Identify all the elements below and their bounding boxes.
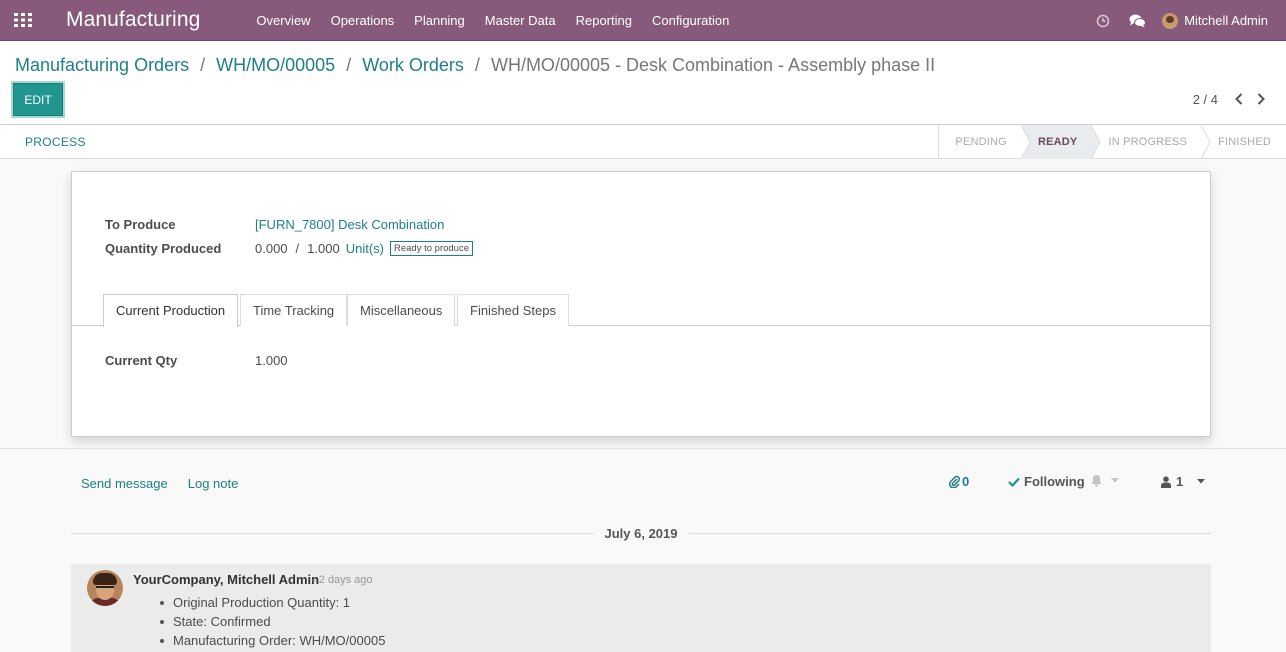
notebook-tabs: Current Production Time Tracking Miscell…	[72, 294, 1210, 327]
caret-down-icon	[1197, 479, 1206, 484]
to-produce-label: To Produce	[105, 217, 176, 232]
user-icon	[1161, 475, 1171, 488]
tracking-values-list: Original Production Quantity: 1 State: C…	[159, 593, 386, 650]
check-icon	[1008, 477, 1020, 487]
breadcrumb-separator: /	[474, 55, 480, 75]
process-button[interactable]: PROCESS	[25, 125, 86, 159]
current-qty-value: 1.000	[255, 353, 288, 368]
follow-button[interactable]: Following	[1008, 474, 1085, 489]
apps-menu-icon[interactable]	[0, 0, 46, 41]
stage-label: READY	[1037, 136, 1078, 148]
status-badge: Ready to produce	[390, 241, 473, 256]
qty-total-value: 1.000	[307, 241, 340, 256]
tab-current-production[interactable]: Current Production	[103, 294, 239, 327]
stage-finished[interactable]: FINISHED	[1202, 125, 1286, 159]
breadcrumb-separator: /	[200, 55, 206, 75]
stage-label: FINISHED	[1218, 136, 1271, 148]
to-produce-product-link[interactable]: [FURN_7800] Desk Combination	[255, 217, 444, 232]
bell-icon	[1091, 475, 1102, 487]
tracking-value-item: Manufacturing Order: WH/MO/00005	[159, 633, 386, 648]
tab-finished-steps[interactable]: Finished Steps	[457, 294, 569, 326]
menu-overview[interactable]: Overview	[246, 0, 320, 41]
followers-count: 1	[1176, 474, 1184, 489]
message-timestamp: - 2 days ago	[312, 574, 373, 586]
breadcrumb-current: WH/MO/00005 - Desk Combination - Assembl…	[490, 55, 936, 75]
breadcrumb-manufacturing-orders[interactable]: Manufacturing Orders	[15, 55, 189, 75]
separator-line	[71, 533, 594, 534]
user-menu[interactable]: Mitchell Admin	[1154, 0, 1286, 41]
tracking-value-item: Original Production Quantity: 1	[159, 593, 385, 612]
current-qty-label: Current Qty	[105, 353, 178, 368]
qty-produced-value: 0.000	[255, 241, 288, 256]
discuss-chat-icon[interactable]	[1120, 0, 1154, 41]
stage-pending[interactable]: PENDING	[939, 125, 1031, 159]
activity-clock-icon[interactable]	[1086, 0, 1120, 41]
author-avatar[interactable]	[87, 570, 123, 606]
menu-planning[interactable]: Planning	[404, 0, 475, 41]
form-sheet: To Produce [FURN_7800] Desk Combination …	[71, 171, 1211, 437]
attachments-button[interactable]: 0	[949, 474, 969, 489]
to-produce-field: To Produce [FURN_7800] Desk Combination	[105, 217, 444, 232]
uom-link[interactable]: Unit(s)	[346, 241, 384, 256]
pager: 2 / 4	[1193, 89, 1272, 109]
following-label: Following	[1024, 474, 1085, 489]
caret-down-icon	[1111, 478, 1119, 483]
subscription-dropdown[interactable]	[1090, 474, 1119, 487]
paperclip-icon	[949, 475, 960, 488]
log-note-button[interactable]: Log note	[188, 476, 239, 491]
message-author[interactable]: YourCompany, Mitchell Admin	[133, 572, 319, 587]
followers-button[interactable]: 1	[1161, 474, 1206, 489]
stage-ready[interactable]: READY	[1021, 125, 1102, 159]
attachments-count: 0	[962, 474, 970, 489]
stage-arrow-icon	[1201, 125, 1211, 159]
date-separator-label: July 6, 2019	[604, 526, 678, 541]
user-name: Mitchell Admin	[1184, 13, 1268, 28]
send-message-button[interactable]: Send message	[81, 476, 168, 491]
chatter-topbar: Send message Log note	[81, 476, 258, 491]
breadcrumb-mo[interactable]: WH/MO/00005	[216, 55, 335, 75]
current-qty-field: Current Qty 1.000	[105, 353, 288, 368]
tab-miscellaneous[interactable]: Miscellaneous	[347, 294, 456, 326]
chatter-message: YourCompany, Mitchell Admin - 2 days ago…	[71, 564, 1211, 652]
form-statusbar: PROCESS PENDING READY IN PROGRESS FINISH…	[0, 125, 1286, 159]
separator-line	[688, 533, 1211, 534]
pager-next-icon[interactable]	[1250, 89, 1272, 109]
navbar-systray: Mitchell Admin	[1086, 0, 1286, 41]
menu-configuration[interactable]: Configuration	[642, 0, 739, 41]
breadcrumb: Manufacturing Orders / WH/MO/00005 / Wor…	[15, 55, 935, 76]
stage-arrow-icon	[1091, 125, 1102, 159]
tab-time-tracking[interactable]: Time Tracking	[240, 294, 348, 326]
pager-previous-icon[interactable]	[1228, 89, 1250, 109]
stage-label: IN PROGRESS	[1108, 136, 1188, 148]
control-panel: Manufacturing Orders / WH/MO/00005 / Wor…	[0, 41, 1286, 125]
user-avatar	[1162, 12, 1179, 29]
stage-label: PENDING	[955, 136, 1007, 148]
breadcrumb-separator: /	[346, 55, 352, 75]
qty-separator: /	[295, 241, 300, 256]
menu-master-data[interactable]: Master Data	[475, 0, 566, 41]
breadcrumb-work-orders[interactable]: Work Orders	[362, 55, 464, 75]
date-separator: July 6, 2019	[71, 525, 1211, 542]
tracking-value-item: State: Confirmed	[159, 612, 385, 631]
stage-arrow-icon	[1020, 125, 1031, 159]
menu-reporting[interactable]: Reporting	[566, 0, 642, 41]
stage-pipeline: PENDING READY IN PROGRESS FINISHED	[938, 125, 1286, 159]
edit-button[interactable]: EDIT	[13, 83, 63, 116]
menu-operations[interactable]: Operations	[321, 0, 405, 41]
app-brand[interactable]: Manufacturing	[66, 8, 200, 32]
top-navbar: Manufacturing Overview Operations Planni…	[0, 0, 1286, 41]
quantity-produced-field: Quantity Produced 0.000 / 1.000 Unit(s) …	[105, 241, 473, 256]
pager-value[interactable]: 2 / 4	[1193, 92, 1218, 107]
quantity-produced-label: Quantity Produced	[105, 241, 222, 256]
stage-in-progress[interactable]: IN PROGRESS	[1092, 125, 1211, 159]
main-menu: Overview Operations Planning Master Data…	[246, 0, 739, 41]
